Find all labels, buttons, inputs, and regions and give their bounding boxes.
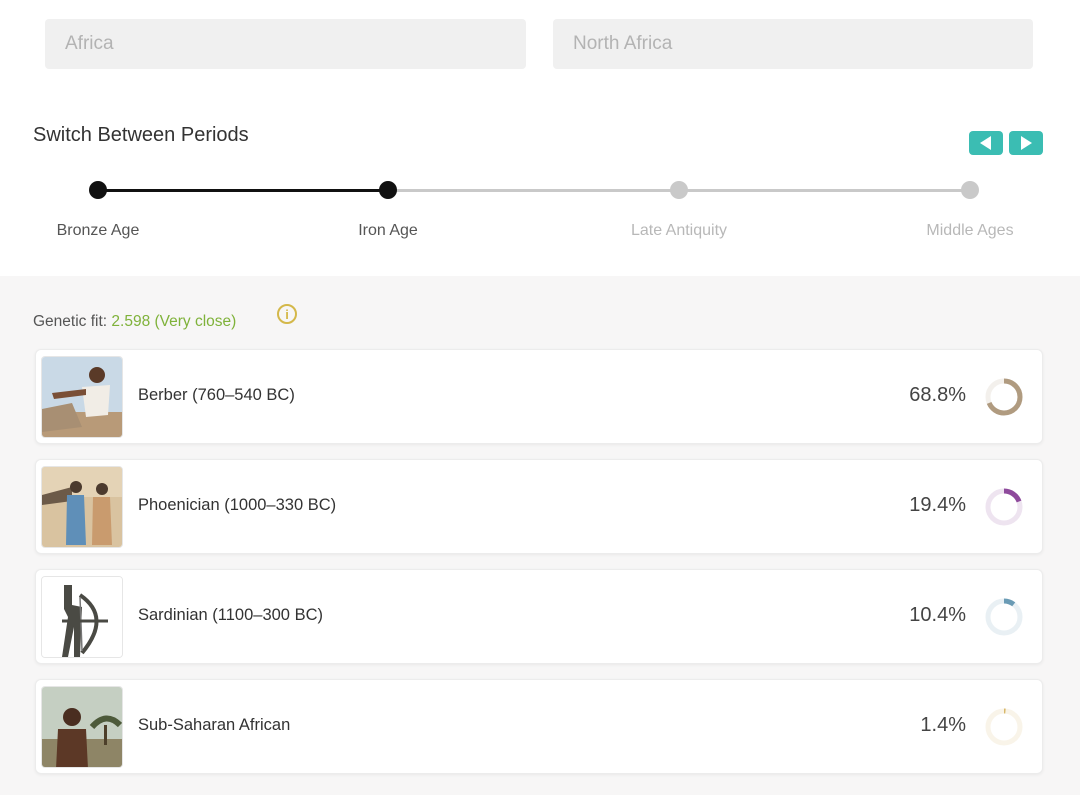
genetic-fit: Genetic fit: 2.598 (Very close) (33, 313, 236, 331)
percent-ring (985, 488, 1023, 526)
period-label-iron-age[interactable]: Iron Age (308, 222, 468, 240)
population-name: Berber (760–540 BC) (138, 386, 295, 404)
info-icon[interactable]: i (277, 304, 297, 324)
genetic-fit-label: Genetic fit: (33, 313, 108, 330)
percent-ring-track (985, 708, 1023, 746)
period-label-late-antiquity[interactable]: Late Antiquity (599, 222, 759, 240)
period-label-middle-ages[interactable]: Middle Ages (890, 222, 1050, 240)
previous-period-button[interactable] (969, 131, 1003, 155)
population-name: Sardinian (1100–300 BC) (138, 606, 323, 624)
period-dot-late-antiquity[interactable] (670, 181, 688, 199)
next-period-button[interactable] (1009, 131, 1043, 155)
timeline-track-completed (98, 189, 388, 192)
population-card-sub-saharan-african[interactable]: Sub-Saharan African 1.4% (35, 679, 1043, 774)
triangle-right-icon (1021, 136, 1032, 150)
population-percent: 10.4% (909, 604, 966, 626)
triangle-left-icon (980, 136, 991, 150)
population-image-sardinian (41, 576, 123, 658)
region-field[interactable]: Africa (45, 19, 526, 69)
percent-ring (985, 708, 1023, 746)
population-percent: 68.8% (909, 384, 966, 406)
population-name: Sub-Saharan African (138, 716, 291, 734)
percent-ring (985, 378, 1023, 416)
percent-ring (985, 598, 1023, 636)
percent-ring-track (985, 598, 1023, 636)
header-panel: Africa North Africa Switch Between Perio… (0, 0, 1080, 276)
subregion-field[interactable]: North Africa (553, 19, 1033, 69)
population-name: Phoenician (1000–330 BC) (138, 496, 337, 514)
population-card-sardinian[interactable]: Sardinian (1100–300 BC) 10.4% (35, 569, 1043, 664)
population-percent: 19.4% (909, 494, 966, 516)
genetic-fit-value: 2.598 (Very close) (111, 313, 237, 330)
population-card-phoenician[interactable]: Phoenician (1000–330 BC) 19.4% (35, 459, 1043, 554)
population-image-berber (41, 356, 123, 438)
periods-title: Switch Between Periods (33, 124, 249, 146)
population-percent: 1.4% (920, 714, 966, 736)
period-dot-bronze-age[interactable] (89, 181, 107, 199)
population-card-berber[interactable]: Berber (760–540 BC) 68.8% (35, 349, 1043, 444)
population-image-phoenician (41, 466, 123, 548)
period-label-bronze-age[interactable]: Bronze Age (18, 222, 178, 240)
population-image-sub-saharan-african (41, 686, 123, 768)
period-dot-iron-age[interactable] (379, 181, 397, 199)
period-dot-middle-ages[interactable] (961, 181, 979, 199)
